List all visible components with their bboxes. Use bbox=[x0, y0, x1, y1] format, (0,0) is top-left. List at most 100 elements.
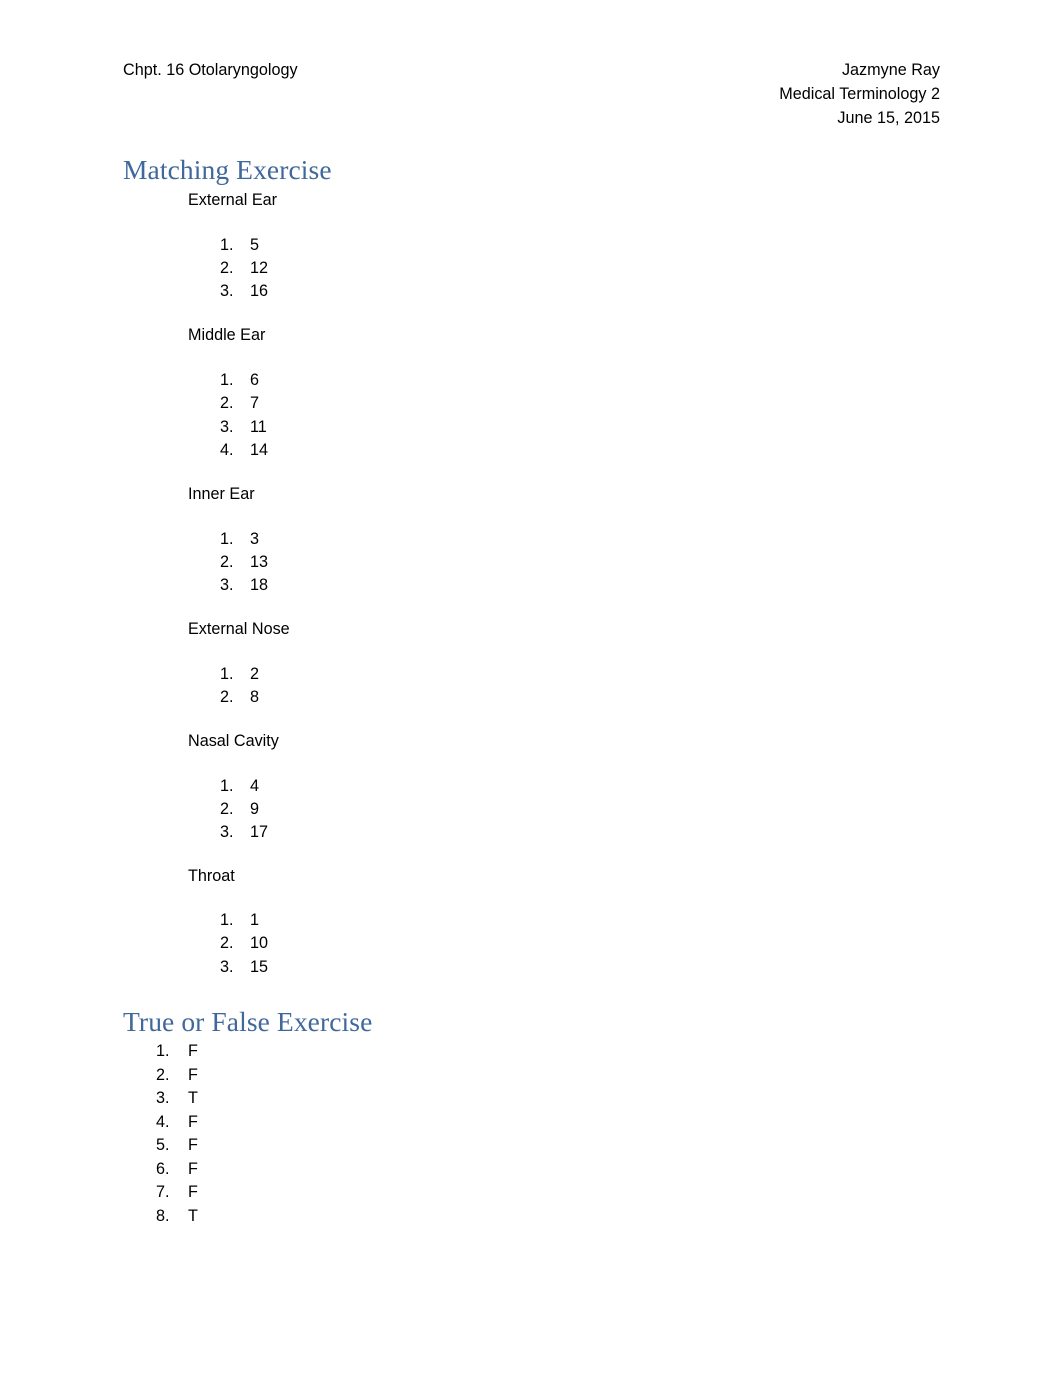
list-item: 2. 13 bbox=[0, 552, 1062, 575]
document-header: Chpt. 16 Otolaryngology Jazmyne Ray Medi… bbox=[123, 58, 940, 136]
matching-group-label: Inner Ear bbox=[188, 485, 255, 503]
list-item-value: F bbox=[188, 1159, 198, 1178]
matching-answer-list: 1. 2 2. 8 bbox=[0, 664, 1062, 711]
header-date: June 15, 2015 bbox=[837, 109, 940, 127]
list-item-number: 3. bbox=[220, 417, 234, 436]
matching-answer-list: 1. 6 2. 7 3. 11 4. 14 bbox=[0, 370, 1062, 464]
list-item-value: F bbox=[188, 1042, 198, 1060]
matching-group-label: Middle Ear bbox=[188, 325, 266, 344]
list-item: 1. 4 bbox=[0, 776, 1062, 799]
list-item: 6. F bbox=[0, 1159, 1062, 1183]
list-item-value: 4 bbox=[250, 776, 260, 795]
list-item: 3. T bbox=[0, 1088, 1062, 1112]
list-item-value: 3 bbox=[250, 529, 260, 548]
list-item-number: 5. bbox=[156, 1136, 170, 1154]
list-item: 4. 14 bbox=[0, 440, 1062, 463]
list-item-value: 6 bbox=[250, 371, 260, 389]
list-item-number: 2. bbox=[220, 552, 234, 571]
list-item: 1. F bbox=[0, 1041, 1062, 1065]
list-item-number: 1. bbox=[220, 776, 234, 795]
list-item-number: 1. bbox=[220, 371, 234, 389]
list-item: 1. 5 bbox=[0, 235, 1062, 258]
list-item: 3. 18 bbox=[0, 575, 1062, 598]
list-item-number: 2. bbox=[220, 688, 234, 707]
list-item-number: 1. bbox=[220, 665, 234, 683]
list-item-number: 4. bbox=[220, 441, 234, 460]
matching-group-label: Throat bbox=[188, 866, 235, 885]
list-item: 8. T bbox=[0, 1206, 1062, 1230]
list-item: 1. 1 bbox=[0, 910, 1062, 933]
list-item-value: 15 bbox=[250, 957, 269, 976]
list-item: 7. F bbox=[0, 1182, 1062, 1206]
list-item-value: 9 bbox=[250, 799, 260, 818]
heading-true-or-false-exercise: True or False Exercise bbox=[123, 1006, 373, 1037]
list-item-value: F bbox=[188, 1112, 198, 1131]
list-item-number: 3. bbox=[220, 576, 234, 595]
header-chapter-title: Chpt. 16 Otolaryngology bbox=[123, 61, 298, 79]
matching-answer-list: 1. 4 2. 9 3. 17 bbox=[0, 776, 1062, 846]
list-item: 4. F bbox=[0, 1112, 1062, 1136]
list-item-number: 2. bbox=[220, 394, 234, 413]
list-item-number: 2. bbox=[220, 799, 234, 818]
list-item-value: T bbox=[188, 1206, 198, 1225]
heading-matching-exercise: Matching Exercise bbox=[123, 154, 332, 185]
list-item-value: F bbox=[188, 1183, 198, 1201]
list-item: 3. 16 bbox=[0, 281, 1062, 304]
matching-answer-list: 1. 5 2. 12 3. 16 bbox=[0, 235, 1062, 305]
list-item: 2. 8 bbox=[0, 687, 1062, 710]
list-item: 2. F bbox=[0, 1065, 1062, 1089]
list-item: 3. 17 bbox=[0, 822, 1062, 845]
list-item: 1. 3 bbox=[0, 529, 1062, 552]
list-item-number: 3. bbox=[156, 1089, 170, 1107]
list-item-value: 10 bbox=[250, 934, 269, 953]
list-item-number: 1. bbox=[220, 529, 234, 548]
list-item-value: 12 bbox=[250, 258, 269, 277]
list-item-number: 1. bbox=[156, 1042, 170, 1060]
list-item: 2. 7 bbox=[0, 393, 1062, 416]
list-item-value: 2 bbox=[250, 665, 260, 683]
list-item: 5. F bbox=[0, 1135, 1062, 1159]
list-item: 3. 11 bbox=[0, 417, 1062, 440]
list-item-value: 18 bbox=[250, 576, 269, 595]
list-item: 2. 12 bbox=[0, 258, 1062, 281]
list-item-value: F bbox=[188, 1136, 198, 1154]
list-item-value: 16 bbox=[250, 282, 269, 301]
list-item: 1. 2 bbox=[0, 664, 1062, 687]
matching-answer-list: 1. 3 2. 13 3. 18 bbox=[0, 529, 1062, 599]
list-item-number: 2. bbox=[156, 1065, 170, 1084]
list-item: 2. 10 bbox=[0, 933, 1062, 956]
list-item-number: 1. bbox=[220, 235, 234, 254]
list-item-value: T bbox=[188, 1089, 198, 1107]
list-item-value: 17 bbox=[250, 823, 269, 842]
list-item: 1. 6 bbox=[0, 370, 1062, 393]
list-item-number: 2. bbox=[220, 934, 234, 953]
header-course: Medical Terminology 2 bbox=[779, 85, 940, 103]
list-item-number: 1. bbox=[220, 911, 234, 929]
matching-group-label: External Ear bbox=[188, 191, 278, 209]
list-item-number: 3. bbox=[220, 282, 234, 301]
list-item: 2. 9 bbox=[0, 799, 1062, 822]
list-item-number: 3. bbox=[220, 823, 234, 842]
list-item-value: 5 bbox=[250, 235, 260, 254]
list-item-value: 13 bbox=[250, 552, 269, 571]
list-item-number: 7. bbox=[156, 1183, 170, 1201]
list-item-value: 8 bbox=[250, 688, 260, 707]
list-item-value: 11 bbox=[250, 417, 267, 436]
list-item-value: F bbox=[188, 1065, 198, 1084]
list-item-value: 14 bbox=[250, 441, 269, 460]
document-page: Chpt. 16 Otolaryngology Jazmyne Ray Medi… bbox=[0, 0, 1062, 1377]
matching-group-label: External Nose bbox=[188, 619, 290, 638]
list-item-number: 8. bbox=[156, 1206, 170, 1225]
list-item-number: 6. bbox=[156, 1159, 170, 1178]
matching-group-label: Nasal Cavity bbox=[188, 732, 279, 750]
list-item: 3. 15 bbox=[0, 957, 1062, 980]
header-meta-block: Jazmyne Ray Medical Terminology 2 June 1… bbox=[779, 58, 940, 130]
list-item-number: 3. bbox=[220, 957, 234, 976]
list-item-number: 4. bbox=[156, 1112, 170, 1131]
list-item-value: 7 bbox=[250, 394, 260, 413]
list-item-number: 2. bbox=[220, 258, 234, 277]
header-author: Jazmyne Ray bbox=[841, 61, 940, 79]
matching-answer-list: 1. 1 2. 10 3. 15 bbox=[0, 910, 1062, 980]
list-item-value: 1 bbox=[250, 911, 260, 929]
true-false-answer-list: 1. F 2. F 3. T 4. F 5. F 6. F 7. F 8. T bbox=[0, 1041, 1062, 1229]
